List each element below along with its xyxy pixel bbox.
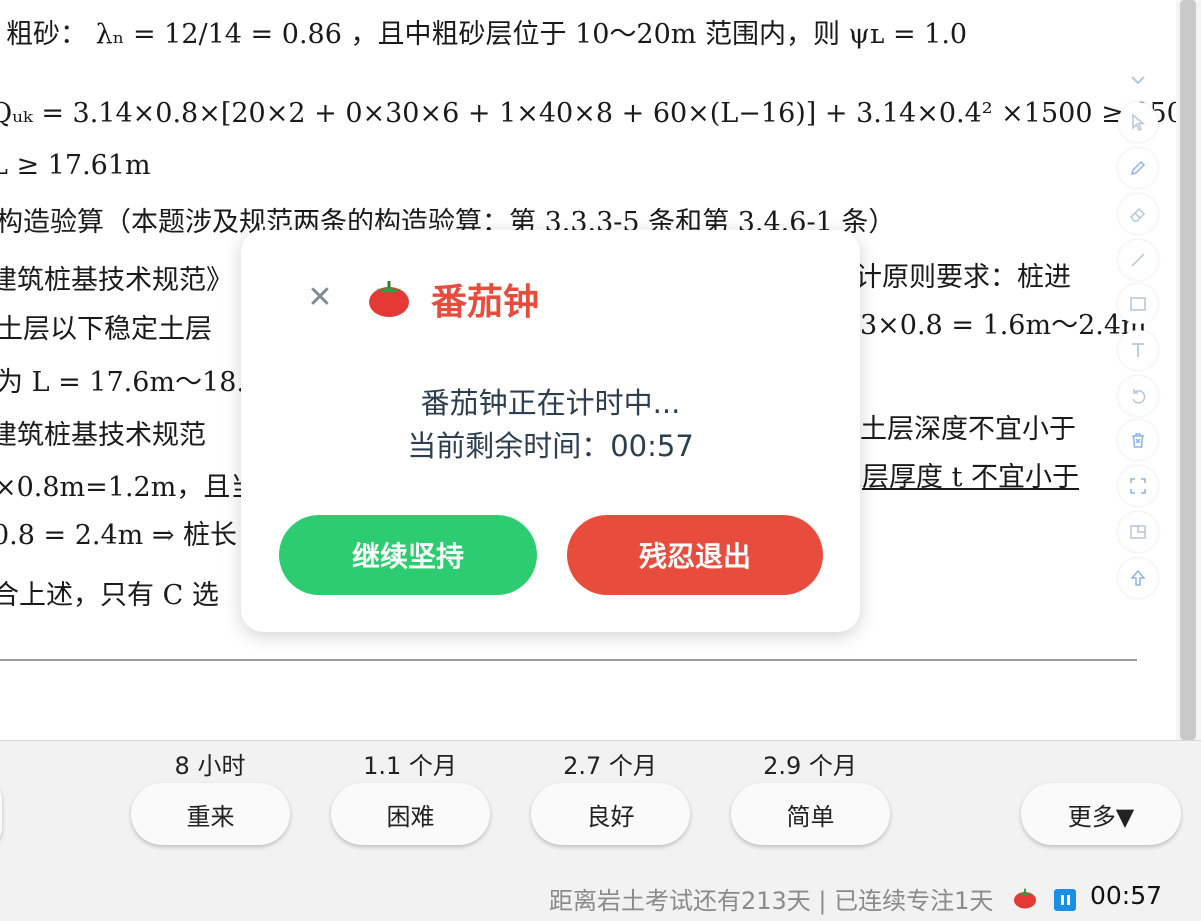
doc-right-line-1: 计原则要求：桩进 xyxy=(855,262,1071,293)
exam-countdown-text: 距离岩土考试还有213天 | 已连续专注1天 xyxy=(549,887,994,915)
line-icon[interactable] xyxy=(1118,240,1158,280)
close-icon[interactable]: ✕ xyxy=(303,280,337,315)
fullscreen-icon[interactable] xyxy=(1118,466,1158,506)
continue-button[interactable]: 继续坚持 xyxy=(279,515,537,595)
good-button[interactable]: 良好 xyxy=(531,783,690,845)
doc-right-line-3: 土层深度不宜小于 xyxy=(860,414,1076,445)
doc-line-8: 建筑桩基技术规范 xyxy=(0,420,206,451)
doc-right-line-2: 3×0.8 = 1.6m～2.4m xyxy=(860,310,1147,341)
more-button[interactable]: 更多▼ xyxy=(1021,783,1181,845)
doc-line-2: Qᵤₖ = 3.14×0.8×[20×2 + 0×30×6 + 1×40×8 +… xyxy=(0,98,1180,129)
quit-button[interactable]: 残忍退出 xyxy=(567,515,823,595)
interval-hard: 1.1 个月 xyxy=(363,752,457,780)
pause-icon[interactable] xyxy=(1054,889,1076,911)
undo-icon[interactable] xyxy=(1118,376,1158,416)
doc-line-9: ×0.8m=1.2m，且当 xyxy=(0,472,258,503)
text-icon[interactable] xyxy=(1118,330,1158,370)
hard-button[interactable]: 困难 xyxy=(331,783,490,845)
doc-line-5: 建筑桩基技术规范》 xyxy=(0,265,233,296)
window-icon[interactable] xyxy=(1118,512,1158,552)
trash-icon[interactable] xyxy=(1118,420,1158,460)
remaining-time-text: 当前剩余时间：00:57 xyxy=(407,429,694,463)
again-button[interactable]: 重来 xyxy=(131,783,290,845)
pencil-icon[interactable] xyxy=(1118,148,1158,188)
previous-button[interactable] xyxy=(0,783,2,845)
interval-again: 8 小时 xyxy=(174,752,246,780)
timer-display: 00:57 xyxy=(1090,881,1163,910)
chevron-down-icon[interactable] xyxy=(1118,60,1158,100)
interval-easy: 2.9 个月 xyxy=(763,752,857,780)
easy-button[interactable]: 简单 xyxy=(731,783,890,845)
scrollbar-thumb[interactable] xyxy=(1180,0,1196,740)
doc-line-10: 0.8 = 2.4m ⇒ 桩长 xyxy=(0,520,238,551)
interval-good: 2.7 个月 xyxy=(563,752,657,780)
rectangle-icon[interactable] xyxy=(1118,284,1158,324)
review-bar: 8 小时 重来 1.1 个月 困难 2.7 个月 良好 2.9 个月 简单 更多… xyxy=(0,740,1201,921)
eraser-icon[interactable] xyxy=(1118,194,1158,234)
doc-line-11: 合上述，只有 C 选 xyxy=(0,580,219,611)
timer-status-text: 番茄钟正在计时中... xyxy=(420,386,681,420)
doc-line-3: L ≥ 17.61m xyxy=(0,150,151,181)
tomato-icon[interactable] xyxy=(1012,887,1038,913)
document-scrollbar[interactable] xyxy=(1176,0,1201,740)
document-divider xyxy=(0,659,1137,661)
doc-line-6: 土层以下稳定土层 xyxy=(0,314,212,345)
doc-right-line-4: 层厚度 t 不宜小于 xyxy=(862,462,1080,493)
arrow-up-icon[interactable] xyxy=(1118,558,1158,598)
cursor-icon[interactable] xyxy=(1118,102,1158,142)
doc-line-1: 粗砂： λₙ = 12/14 = 0.86 ，且中粗砂层位于 10～20m 范围… xyxy=(6,19,968,50)
dialog-title: 番茄钟 xyxy=(431,282,540,323)
tomato-icon xyxy=(367,278,411,322)
pomodoro-dialog: ✕ 番茄钟 番茄钟正在计时中... 当前剩余时间：00:57 继续坚持 残忍退出 xyxy=(241,230,860,632)
